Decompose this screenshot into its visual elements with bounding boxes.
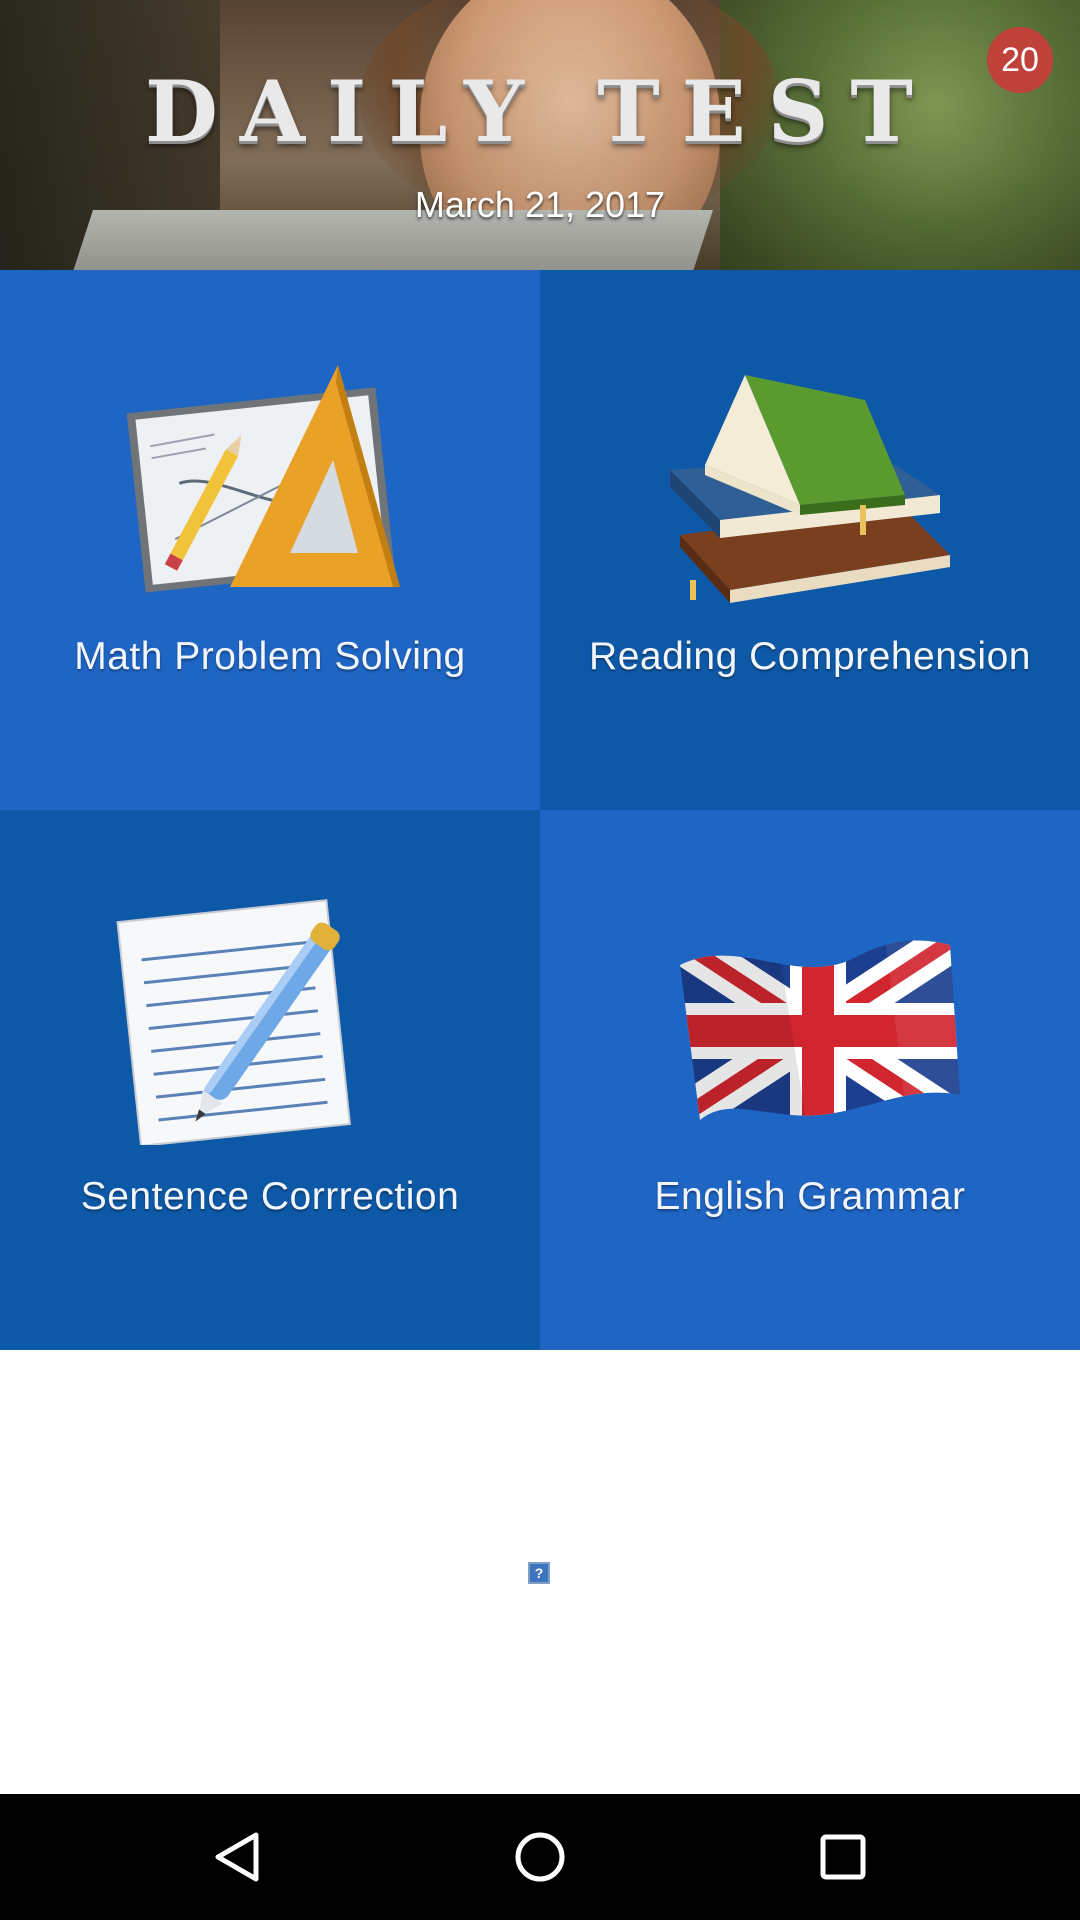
back-triangle-icon[interactable] <box>208 1827 268 1887</box>
tile-label: Sentence Corrrection <box>80 1175 460 1218</box>
tile-label: Math Problem Solving <box>74 635 466 678</box>
recents-square-icon[interactable] <box>813 1827 873 1887</box>
books-stack-icon <box>670 375 950 603</box>
tile-reading-comprehension[interactable]: Reading Comprehension <box>540 270 1080 810</box>
tile-label: Reading Comprehension <box>589 635 1031 678</box>
notification-badge[interactable]: 20 <box>987 27 1053 93</box>
tile-math-problem-solving[interactable]: Math Problem Solving <box>0 270 540 810</box>
app-screen: Daily Test March 21, 2017 20 <box>0 0 1080 1920</box>
ad-area: ? <box>0 1350 1080 1794</box>
broken-image-icon[interactable]: ? <box>528 1562 550 1584</box>
tile-english-grammar[interactable]: English Grammar <box>540 810 1080 1350</box>
app-title: Daily Test <box>145 62 935 161</box>
current-date: March 21, 2017 <box>414 184 666 225</box>
tile-sentence-correction[interactable]: Sentence Corrrection <box>0 810 540 1350</box>
drafting-triangle-icon <box>126 365 400 593</box>
union-jack-flag-icon <box>680 940 960 1120</box>
document-pen-icon <box>116 899 352 1145</box>
system-navigation-bar <box>0 1794 1080 1920</box>
home-circle-icon[interactable] <box>510 1827 570 1887</box>
header-banner: Daily Test March 21, 2017 20 <box>0 0 1080 270</box>
tile-label: English Grammar <box>654 1175 966 1218</box>
